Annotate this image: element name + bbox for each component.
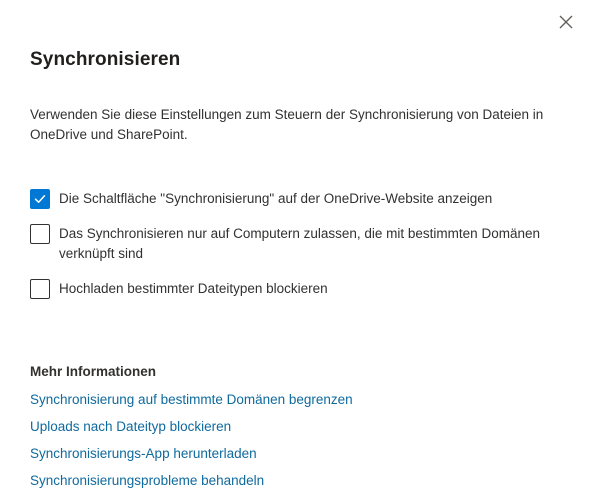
link-troubleshoot-sync[interactable]: Synchronisierungsprobleme behandeln [30, 471, 264, 491]
option-block-file-types[interactable]: Hochladen bestimmter Dateitypen blockier… [30, 279, 559, 299]
panel-description: Verwenden Sie diese Einstellungen zum St… [30, 107, 544, 142]
panel-title: Synchronisieren [30, 49, 181, 70]
show-sync-button-checkbox[interactable] [30, 189, 50, 209]
option-show-sync-button[interactable]: Die Schaltfläche "Synchronisierung" auf … [30, 189, 559, 209]
checkmark-icon [34, 195, 46, 203]
restrict-domains-checkbox[interactable] [30, 224, 50, 244]
link-block-uploads-by-type[interactable]: Uploads nach Dateityp blockieren [30, 417, 231, 437]
block-file-types-label: Hochladen bestimmter Dateitypen blockier… [59, 281, 328, 296]
close-icon [559, 15, 573, 29]
restrict-domains-label: Das Synchronisieren nur auf Computern zu… [59, 226, 540, 261]
more-info-heading: Mehr Informationen [30, 364, 157, 379]
link-download-sync-app[interactable]: Synchronisierungs-App herunterladen [30, 444, 257, 464]
option-restrict-domains[interactable]: Das Synchronisieren nur auf Computern zu… [30, 224, 559, 264]
link-limit-domains[interactable]: Synchronisierung auf bestimmte Domänen b… [30, 390, 353, 410]
block-file-types-checkbox[interactable] [30, 279, 50, 299]
close-button[interactable] [556, 12, 576, 32]
show-sync-button-label: Die Schaltfläche "Synchronisierung" auf … [59, 191, 493, 206]
